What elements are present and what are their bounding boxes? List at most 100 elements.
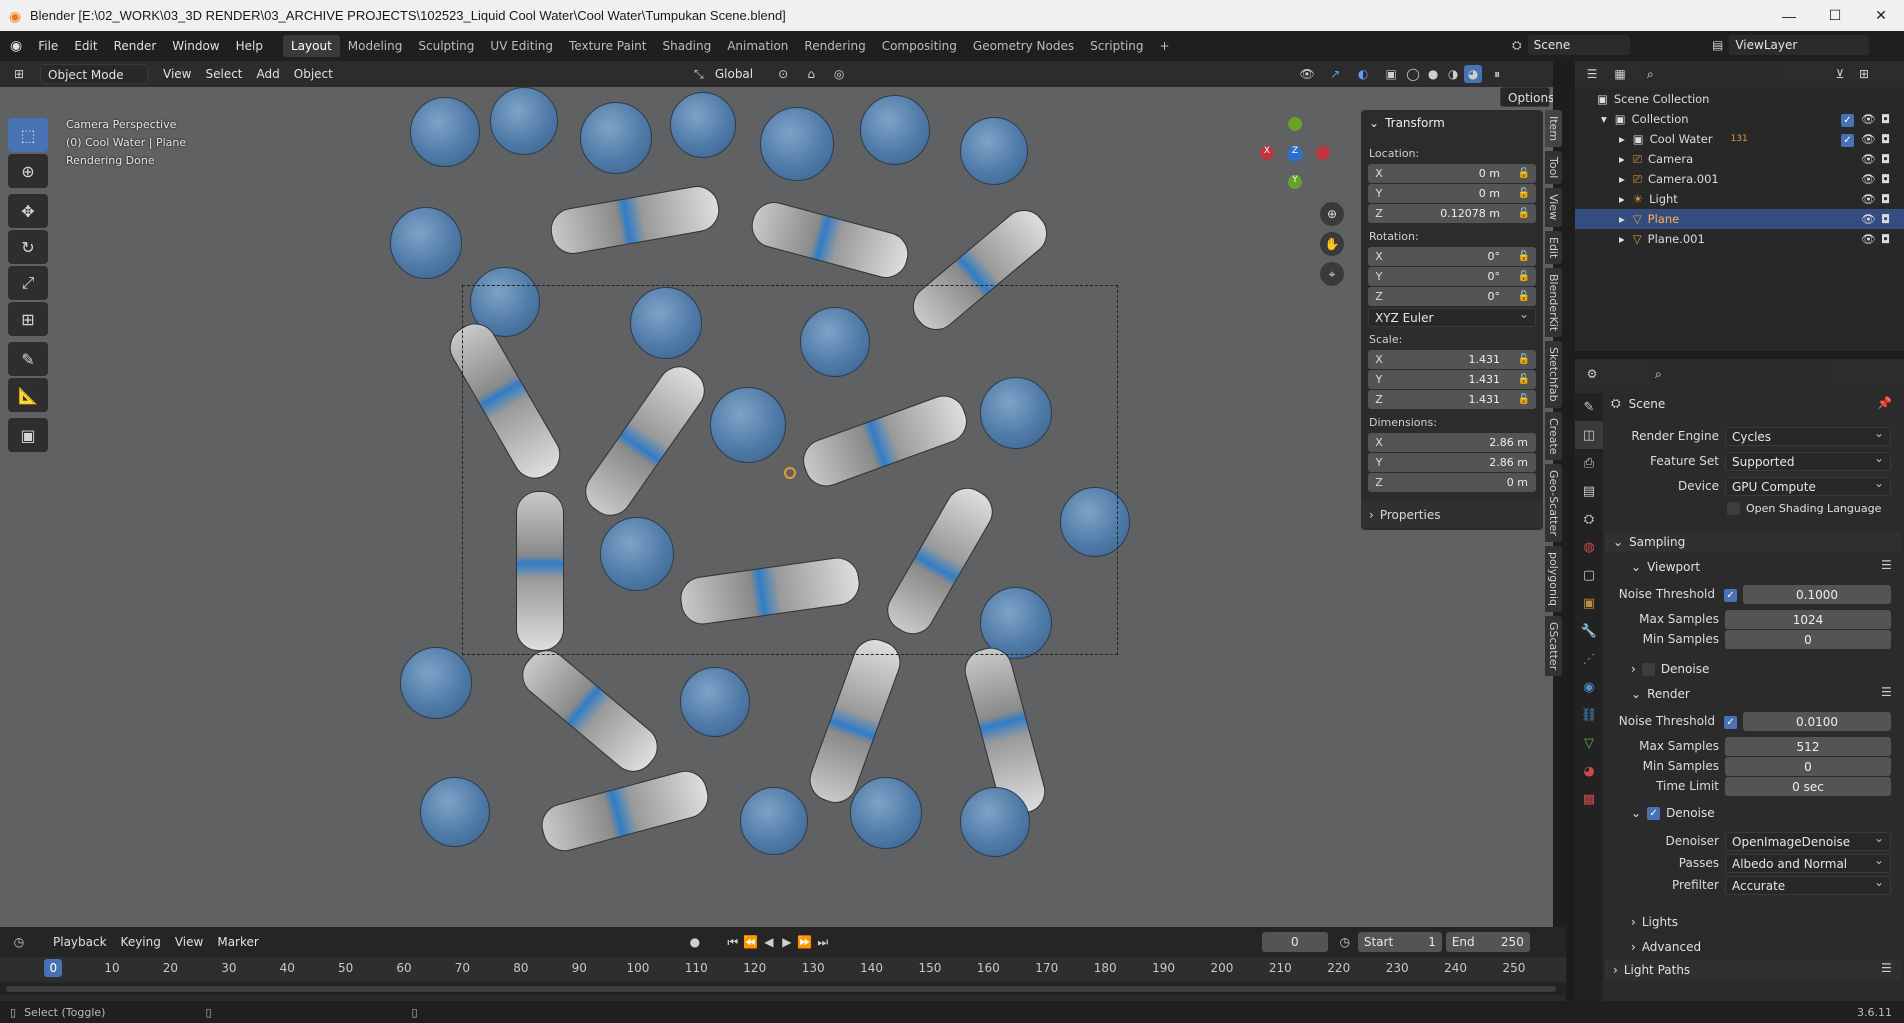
list-icon[interactable]: ☰ <box>1881 558 1892 572</box>
rotation-mode-dropdown[interactable]: XYZ Euler <box>1368 307 1536 327</box>
close-button[interactable]: ✕ <box>1858 0 1904 31</box>
shading-solid-icon[interactable]: ● <box>1424 65 1442 83</box>
eye-icon[interactable]: 👁 <box>1861 212 1876 226</box>
scene-name-field[interactable]: Scene <box>1527 35 1630 55</box>
checkbox-icon[interactable]: ✓ <box>1724 589 1737 602</box>
gizmo-x-axis[interactable]: X <box>1260 146 1274 160</box>
location-z-field[interactable]: Z 0.12078 m 🔓 <box>1368 204 1536 223</box>
jump-end-icon[interactable]: ⏭ <box>814 933 832 951</box>
camera-render-icon[interactable]: ◘ <box>1881 112 1890 126</box>
gizmo-x-neg-axis[interactable] <box>1316 146 1330 160</box>
menu-window[interactable]: Window <box>164 35 227 57</box>
texture-tab-icon[interactable]: ▩ <box>1575 785 1603 813</box>
properties-header[interactable]: › Properties <box>1361 502 1543 528</box>
chevron-right-icon[interactable]: ▸ <box>1619 172 1625 186</box>
eye-icon[interactable]: 👁 <box>1861 132 1876 146</box>
overlay-icon[interactable]: ◐ <box>1354 65 1372 83</box>
scale-y-field[interactable]: Y 1.431 🔓 <box>1368 370 1536 389</box>
viewport-subsection[interactable]: ⌄ Viewport <box>1631 560 1700 574</box>
particles-tab-icon[interactable]: ⋰ <box>1575 645 1603 673</box>
outliner-collection[interactable]: ▾ ▣ Collection ✓ 👁 ◘ <box>1575 109 1904 129</box>
list-icon[interactable]: ☰ <box>1881 961 1892 975</box>
chevron-right-icon[interactable]: ▸ <box>1619 232 1625 246</box>
sidebar-tab-polygoniq[interactable]: polygoniq <box>1545 546 1562 613</box>
navigation-gizmo[interactable]: X Z Y <box>1260 117 1330 189</box>
menu-select[interactable]: Select <box>198 64 249 84</box>
scrollbar-thumb[interactable] <box>6 986 1556 992</box>
view-layer-field[interactable]: ViewLayer <box>1729 35 1870 55</box>
mode-dropdown[interactable]: Object Mode <box>40 64 148 84</box>
gizmo-icon[interactable]: ↗ <box>1326 65 1344 83</box>
rotation-z-field[interactable]: Z 0° 🔓 <box>1368 287 1536 306</box>
tab-animation[interactable]: Animation <box>719 35 796 57</box>
display-mode-icon[interactable]: ▦ <box>1611 65 1629 83</box>
vp-noise-checkbox[interactable]: ✓ <box>1724 587 1737 602</box>
render-subsection[interactable]: ⌄ Render <box>1631 687 1690 701</box>
outliner-editor-type-icon[interactable]: ☰ <box>1583 65 1601 83</box>
tab-geometry-nodes[interactable]: Geometry Nodes <box>965 35 1082 57</box>
tab-texture-paint[interactable]: Texture Paint <box>561 35 654 57</box>
menu-render[interactable]: Render <box>106 35 165 57</box>
lock-icon[interactable]: 🔓 <box>1518 251 1530 262</box>
rotation-x-field[interactable]: X 0° 🔓 <box>1368 247 1536 266</box>
move-icon[interactable]: ✥ <box>8 194 48 228</box>
physics-tab-icon[interactable]: ◉ <box>1575 673 1603 701</box>
data-tab-icon[interactable]: ▽ <box>1575 729 1603 757</box>
camera-render-icon[interactable]: ◘ <box>1881 132 1890 146</box>
record-icon[interactable]: ● <box>686 933 704 951</box>
camera-render-icon[interactable]: ◘ <box>1881 192 1890 206</box>
tab-layout[interactable]: Layout <box>282 35 340 57</box>
chevron-right-icon[interactable]: ▸ <box>1619 152 1625 166</box>
rotate-icon[interactable]: ↻ <box>8 230 48 264</box>
proportional-edit-icon[interactable]: ◎ <box>830 65 848 83</box>
eye-icon[interactable]: 👁 <box>1861 192 1876 206</box>
select-box-icon[interactable]: ⬚ <box>8 118 48 152</box>
pivot-icon[interactable]: ⊙ <box>774 65 792 83</box>
chevron-right-icon[interactable]: ▸ <box>1619 132 1625 146</box>
tab-uv-editing[interactable]: UV Editing <box>482 35 561 57</box>
passes-dropdown[interactable]: Albedo and Normal <box>1725 853 1891 873</box>
chevron-right-icon[interactable]: ▸ <box>1619 212 1625 226</box>
menu-timeline-view[interactable]: View <box>168 932 210 952</box>
vp-noise-field[interactable]: 0.1000 <box>1743 585 1891 604</box>
maximize-button[interactable]: ☐ <box>1812 0 1858 31</box>
sidebar-tab-blenderkit[interactable]: BlenderKit <box>1545 267 1562 338</box>
dimensions-z-field[interactable]: Z 0 m <box>1368 473 1536 492</box>
advanced-subsection[interactable]: › Advanced <box>1631 940 1701 954</box>
menu-marker[interactable]: Marker <box>210 932 265 952</box>
shading-rendered-icon[interactable]: ◕ <box>1464 65 1483 83</box>
measure-icon[interactable]: 📐 <box>8 378 48 412</box>
feature-set-dropdown[interactable]: Supported <box>1725 451 1891 471</box>
start-frame-field[interactable]: Start 1 <box>1357 932 1442 952</box>
render-tab-icon[interactable]: ◫ <box>1575 421 1603 449</box>
sidebar-tab-create[interactable]: Create <box>1545 411 1562 461</box>
tab-compositing[interactable]: Compositing <box>874 35 965 57</box>
jump-keyframe-forward-icon[interactable]: ⏩ <box>796 933 814 951</box>
timeline-editor-type-icon[interactable]: ◷ <box>10 933 28 951</box>
world-tab-icon[interactable]: ◍ <box>1575 533 1603 561</box>
lock-icon[interactable]: 🔓 <box>1518 374 1530 385</box>
shading-material-icon[interactable]: ◑ <box>1444 65 1462 83</box>
pan-hand-icon[interactable]: ✋ <box>1320 232 1344 256</box>
tab-shading[interactable]: Shading <box>654 35 719 57</box>
annotate-icon[interactable]: ✎ <box>8 342 48 376</box>
properties-editor-type-icon[interactable]: ⚙ <box>1583 365 1601 383</box>
scene-tab-icon[interactable]: ⛭ <box>1575 505 1603 533</box>
transform-header[interactable]: ⌄ Transform <box>1369 116 1445 130</box>
outliner-item-light[interactable]: ▸ ☀ Light 👁 ◘ <box>1575 189 1904 209</box>
lights-subsection[interactable]: › Lights <box>1631 915 1678 929</box>
add-workspace-icon[interactable]: + <box>1152 35 1178 57</box>
tab-rendering[interactable]: Rendering <box>796 35 873 57</box>
outliner-item-cool-water[interactable]: ▸ ▣ Cool Water 131 ✓ 👁 ◘ <box>1575 129 1904 149</box>
play-icon[interactable]: ▶ <box>778 933 796 951</box>
scale-z-field[interactable]: Z 1.431 🔓 <box>1368 390 1536 409</box>
device-dropdown[interactable]: GPU Compute <box>1725 476 1891 496</box>
eye-icon[interactable]: 👁 <box>1861 172 1876 186</box>
outliner-scene-collection[interactable]: ▣ Scene Collection <box>1575 89 1904 109</box>
pause-render-icon[interactable]: ⏸ <box>1488 65 1506 83</box>
scene-selector[interactable]: ⛭ Scene <box>1512 35 1630 55</box>
cursor-icon[interactable]: ⊕ <box>8 154 48 188</box>
modifier-tab-icon[interactable]: 🔧 <box>1575 617 1603 645</box>
timeline-scrollbar[interactable] <box>0 983 1566 995</box>
outliner-item-plane[interactable]: ▸ ▽ Plane 👁 ◘ <box>1575 209 1904 229</box>
